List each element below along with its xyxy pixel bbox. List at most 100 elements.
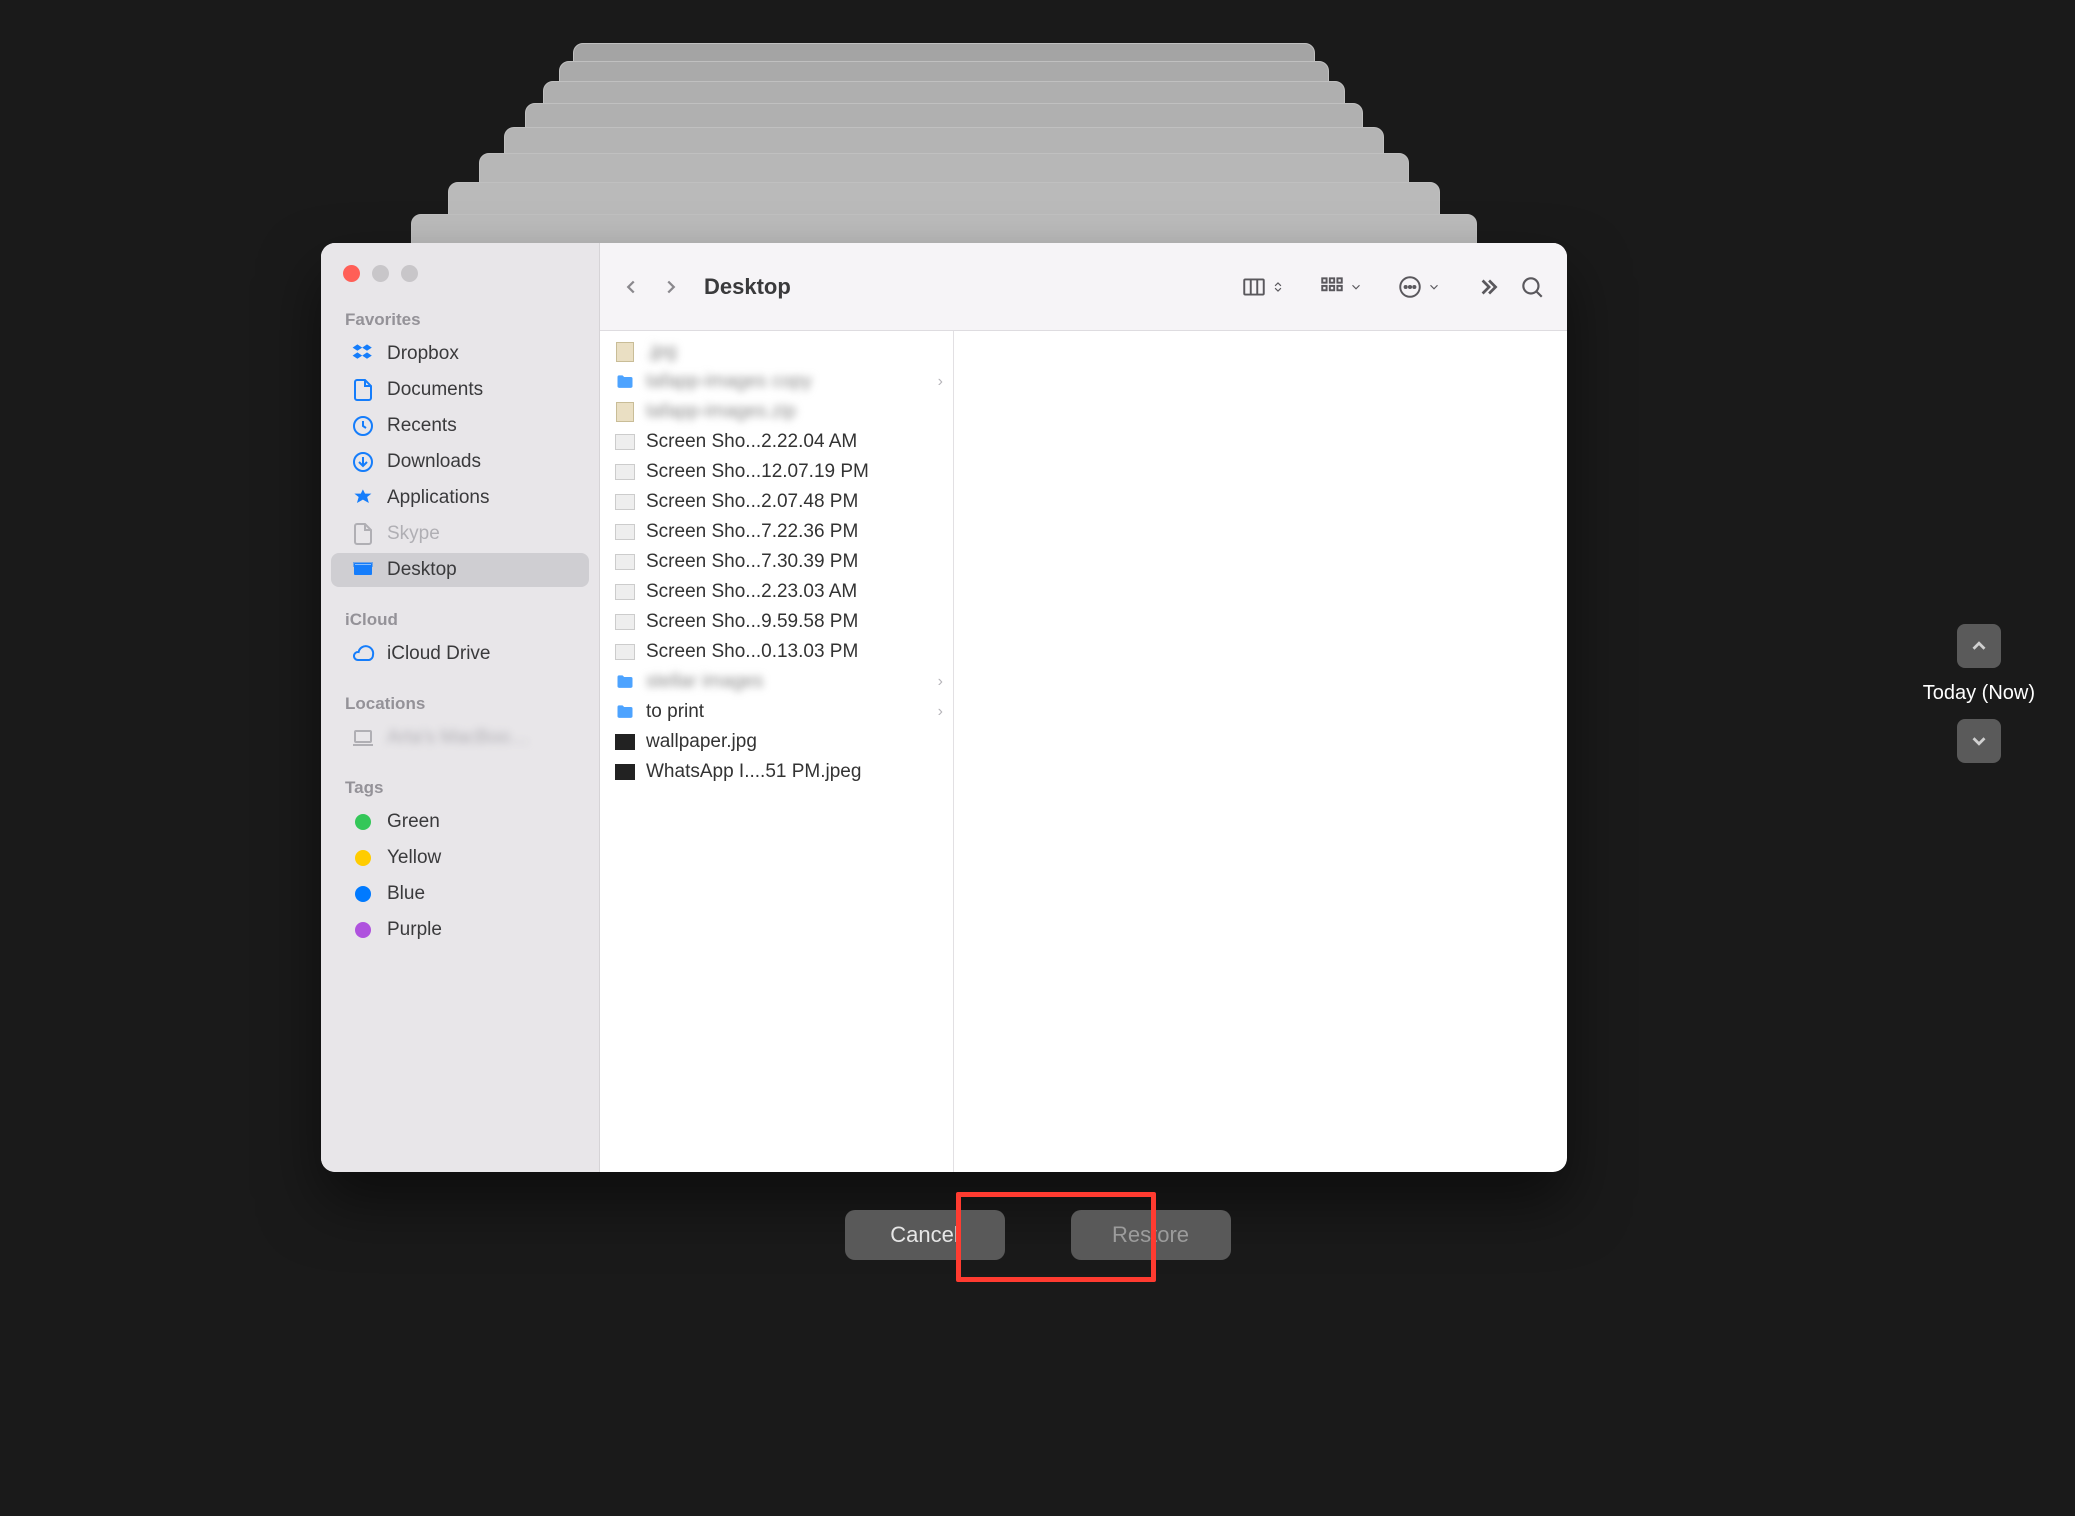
close-window-button[interactable]: [343, 265, 360, 282]
file-row[interactable]: stellar images›: [600, 667, 953, 697]
tag-dot-icon: [351, 918, 375, 942]
group-by-button[interactable]: [1319, 274, 1363, 300]
image-icon: [614, 611, 636, 633]
image-icon: [614, 431, 636, 453]
sidebar-item-skype[interactable]: Skype: [331, 517, 589, 551]
search-button[interactable]: [1519, 274, 1545, 300]
sidebar: Favorites Dropbox Documents Recents: [321, 243, 600, 1172]
sidebar-item-applications[interactable]: Applications: [331, 481, 589, 515]
file-row[interactable]: to print ›: [600, 697, 953, 727]
file-name: Screen Sho...0.13.03 PM: [646, 641, 943, 663]
overflow-button[interactable]: [1475, 274, 1501, 300]
chevron-right-icon: ›: [938, 703, 943, 721]
image-icon: [614, 641, 636, 663]
sidebar-item-icloud-drive[interactable]: iCloud Drive: [331, 637, 589, 671]
toolbar: Desktop: [600, 243, 1567, 331]
file-row[interactable]: WhatsApp I....51 PM.jpeg: [600, 757, 953, 787]
image-icon: [614, 581, 636, 603]
file-name: .jpg: [646, 341, 943, 363]
sidebar-tag-yellow[interactable]: Yellow: [331, 841, 589, 875]
clock-icon: [351, 414, 375, 438]
sidebar-item-dropbox[interactable]: Dropbox: [331, 337, 589, 371]
file-row[interactable]: Screen Sho...7.30.39 PM: [600, 547, 953, 577]
cloud-icon: [351, 642, 375, 666]
folder-icon: [614, 671, 636, 693]
sidebar-item-label: Applications: [387, 487, 489, 509]
tag-dot-icon: [351, 882, 375, 906]
desktop-icon: [351, 558, 375, 582]
sidebar-tag-green[interactable]: Green: [331, 805, 589, 839]
file-row[interactable]: Screen Sho...12.07.19 PM: [600, 457, 953, 487]
file-name: Screen Sho...9.59.58 PM: [646, 611, 943, 633]
laptop-icon: [351, 726, 375, 750]
forward-button[interactable]: [654, 270, 688, 304]
action-menu-button[interactable]: [1397, 274, 1441, 300]
sidebar-item-label: Downloads: [387, 451, 481, 473]
chevron-right-icon: ›: [938, 373, 943, 391]
window-controls: [321, 257, 599, 302]
file-row[interactable]: tafapp-images.zip: [600, 397, 953, 427]
folder-icon: [614, 701, 636, 723]
sidebar-item-label: Purple: [387, 919, 442, 941]
archive-icon: [614, 341, 636, 363]
minimize-window-button[interactable]: [372, 265, 389, 282]
sidebar-section-locations: Locations: [321, 686, 599, 720]
sidebar-item-label: Documents: [387, 379, 483, 401]
image-icon: [614, 521, 636, 543]
tag-dot-icon: [351, 846, 375, 870]
file-row[interactable]: Screen Sho...2.07.48 PM: [600, 487, 953, 517]
tag-dot-icon: [351, 810, 375, 834]
image-icon: [614, 461, 636, 483]
archive-icon: [614, 401, 636, 423]
sidebar-item-location[interactable]: Arta's MacBoo…: [331, 721, 589, 755]
file-name: Screen Sho...2.22.04 AM: [646, 431, 943, 453]
sidebar-item-recents[interactable]: Recents: [331, 409, 589, 443]
folder-icon: [614, 371, 636, 393]
file-name: Screen Sho...7.30.39 PM: [646, 551, 943, 573]
sidebar-tag-blue[interactable]: Blue: [331, 877, 589, 911]
sidebar-item-label: Green: [387, 811, 440, 833]
file-row[interactable]: tafapp-images copy ›: [600, 367, 953, 397]
timeline-label: Today (Now): [1923, 682, 2035, 705]
file-row[interactable]: Screen Sho...7.22.36 PM: [600, 517, 953, 547]
sidebar-item-label: Desktop: [387, 559, 457, 581]
file-row[interactable]: .jpg: [600, 337, 953, 367]
sidebar-item-label: iCloud Drive: [387, 643, 490, 665]
file-row[interactable]: Screen Sho...9.59.58 PM: [600, 607, 953, 637]
chevron-right-icon: ›: [938, 673, 943, 691]
view-columns-button[interactable]: [1241, 274, 1285, 300]
image-icon: [614, 551, 636, 573]
file-name: tafapp-images copy: [646, 371, 928, 393]
file-column: .jpg tafapp-images copy › tafapp-images.zip…: [600, 331, 954, 1172]
image-icon: [614, 491, 636, 513]
sidebar-tag-purple[interactable]: Purple: [331, 913, 589, 947]
sidebar-item-label: Recents: [387, 415, 457, 437]
highlight-restore: [956, 1192, 1156, 1282]
zoom-window-button[interactable]: [401, 265, 418, 282]
back-button[interactable]: [614, 270, 648, 304]
sidebar-section-tags: Tags: [321, 770, 599, 804]
window-title: Desktop: [704, 274, 791, 300]
file-row[interactable]: Screen Sho...0.13.03 PM: [600, 637, 953, 667]
download-icon: [351, 450, 375, 474]
dropbox-icon: [351, 342, 375, 366]
document-icon: [351, 522, 375, 546]
sidebar-item-label: Skype: [387, 523, 440, 545]
file-name: wallpaper.jpg: [646, 731, 943, 753]
timeline-up-button[interactable]: [1957, 624, 2001, 668]
file-name: WhatsApp I....51 PM.jpeg: [646, 761, 943, 783]
image-icon: [614, 731, 636, 753]
file-row[interactable]: wallpaper.jpg: [600, 727, 953, 757]
file-row[interactable]: Screen Sho...2.23.03 AM: [600, 577, 953, 607]
image-icon: [614, 761, 636, 783]
file-name: Screen Sho...2.23.03 AM: [646, 581, 943, 603]
timeline-down-button[interactable]: [1957, 719, 2001, 763]
sidebar-item-desktop[interactable]: Desktop: [331, 553, 589, 587]
file-name: Screen Sho...2.07.48 PM: [646, 491, 943, 513]
sidebar-item-documents[interactable]: Documents: [331, 373, 589, 407]
sidebar-section-icloud: iCloud: [321, 602, 599, 636]
sidebar-item-label: Dropbox: [387, 343, 459, 365]
file-row[interactable]: Screen Sho...2.22.04 AM: [600, 427, 953, 457]
file-name: to print: [646, 701, 928, 723]
sidebar-item-downloads[interactable]: Downloads: [331, 445, 589, 479]
